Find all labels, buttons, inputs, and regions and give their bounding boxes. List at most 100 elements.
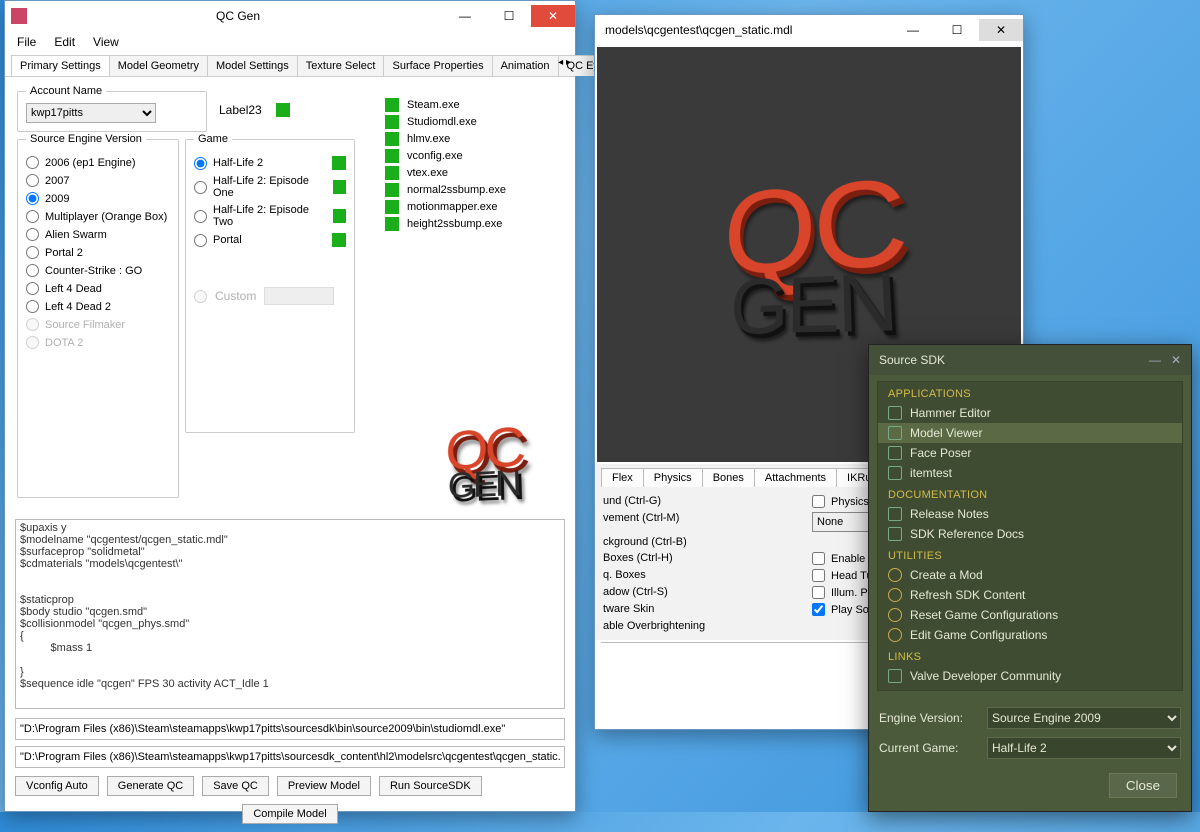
game-radio-1[interactable] xyxy=(194,181,207,194)
account-name-legend: Account Name xyxy=(26,85,106,97)
sdk-item-label: Create a Mod xyxy=(910,568,983,582)
game-radio-0[interactable] xyxy=(194,157,207,170)
engine-radio-6[interactable] xyxy=(26,264,39,277)
sdk-item[interactable]: Face Poser xyxy=(878,443,1182,463)
sdk-item-icon xyxy=(888,527,902,541)
hlmv-title: models\qcgentest\qcgen_static.mdl xyxy=(601,23,891,37)
exe-status-indicator xyxy=(385,132,399,146)
sdk-item-icon xyxy=(888,588,902,602)
game-custom-radio xyxy=(194,290,207,303)
tab-primary-settings[interactable]: Primary Settings xyxy=(11,55,110,76)
label23: Label23 xyxy=(219,103,262,117)
qc-file-path-input[interactable] xyxy=(15,746,565,768)
qcgen-titlebar[interactable]: QC Gen — ☐ ✕ xyxy=(5,1,575,31)
close-button[interactable]: ✕ xyxy=(531,5,575,27)
hlmv-checkbox[interactable] xyxy=(812,569,825,582)
hlmv-tab-attachments[interactable]: Attachments xyxy=(754,468,837,487)
status-indicator xyxy=(276,103,290,117)
tab-model-geometry[interactable]: Model Geometry xyxy=(109,55,208,76)
hlmv-maximize-button[interactable]: ☐ xyxy=(935,19,979,41)
tab-scroll-buttons[interactable]: ◂ ▸ xyxy=(558,57,571,68)
hlmv-tab-physics[interactable]: Physics xyxy=(643,468,703,487)
vconfig-auto-button[interactable]: Vconfig Auto xyxy=(15,776,99,796)
engine-radio-3[interactable] xyxy=(26,210,39,223)
engine-radio-1[interactable] xyxy=(26,174,39,187)
sdk-engine-label: Engine Version: xyxy=(879,711,979,725)
qcgen-window: QC Gen — ☐ ✕ File Edit View Primary Sett… xyxy=(4,0,576,812)
studiomdl-path-input[interactable] xyxy=(15,718,565,740)
hlmv-tab-flex[interactable]: Flex xyxy=(601,468,644,487)
account-name-select[interactable]: kwp17pitts xyxy=(26,103,156,123)
engine-radio-8[interactable] xyxy=(26,300,39,313)
engine-radio-label: 2006 (ep1 Engine) xyxy=(45,157,136,169)
hlmv-minimize-button[interactable]: — xyxy=(891,19,935,41)
hlmv-option-label: vement (Ctrl-M) xyxy=(603,512,806,532)
engine-radio-label: Left 4 Dead xyxy=(45,283,102,295)
sdk-titlebar[interactable]: Source SDK — ✕ xyxy=(869,345,1191,375)
compile-model-button[interactable]: Compile Model xyxy=(242,804,337,824)
exe-status-indicator xyxy=(385,149,399,163)
game-radio-2[interactable] xyxy=(194,210,207,223)
tab-texture-select[interactable]: Texture Select xyxy=(297,55,385,76)
sdk-item[interactable]: Hammer Editor xyxy=(878,403,1182,423)
engine-radio-0[interactable] xyxy=(26,156,39,169)
hlmv-checkbox[interactable] xyxy=(812,586,825,599)
game-radio-label: Portal xyxy=(213,234,242,246)
sdk-item-icon xyxy=(888,628,902,642)
game-radio-3[interactable] xyxy=(194,234,207,247)
menu-file[interactable]: File xyxy=(17,35,36,49)
engine-radio-4[interactable] xyxy=(26,228,39,241)
generate-qc-button[interactable]: Generate QC xyxy=(107,776,194,796)
sdk-item[interactable]: Release Notes xyxy=(878,504,1182,524)
hlmv-option-label: ckground (Ctrl-B) xyxy=(603,536,806,548)
tab-surface-properties[interactable]: Surface Properties xyxy=(383,55,492,76)
exe-status-indicator xyxy=(385,98,399,112)
sdk-item-label: SDK Reference Docs xyxy=(910,527,1024,541)
menu-edit[interactable]: Edit xyxy=(54,35,75,49)
sdk-item[interactable]: Edit Game Configurations xyxy=(878,625,1182,645)
hlmv-option-label: adow (Ctrl-S) xyxy=(603,586,806,599)
engine-radio-5[interactable] xyxy=(26,246,39,259)
sdk-item[interactable]: Create a Mod xyxy=(878,565,1182,585)
hlmv-tab-bones[interactable]: Bones xyxy=(702,468,755,487)
game-custom-input xyxy=(264,287,334,305)
sdk-section-head: APPLICATIONS xyxy=(878,382,1182,403)
sdk-item[interactable]: Model Viewer xyxy=(878,423,1182,443)
account-name-group: Account Name kwp17pitts xyxy=(17,85,207,132)
sdk-item[interactable]: Reset Game Configurations xyxy=(878,605,1182,625)
preview-model-button[interactable]: Preview Model xyxy=(277,776,371,796)
hlmv-titlebar[interactable]: models\qcgentest\qcgen_static.mdl — ☐ ✕ xyxy=(595,15,1023,45)
hlmv-checkbox[interactable] xyxy=(812,495,825,508)
tab-model-settings[interactable]: Model Settings xyxy=(207,55,298,76)
hlmv-checkbox[interactable] xyxy=(812,552,825,565)
sdk-minimize-icon[interactable]: — xyxy=(1149,353,1161,367)
engine-radio-label: DOTA 2 xyxy=(45,337,83,349)
sdk-game-select[interactable]: Half-Life 2 xyxy=(987,737,1181,759)
hlmv-close-button[interactable]: ✕ xyxy=(979,19,1023,41)
exe-label: height2ssbump.exe xyxy=(407,218,502,230)
maximize-button[interactable]: ☐ xyxy=(487,5,531,27)
save-qc-button[interactable]: Save QC xyxy=(202,776,269,796)
engine-radio-2[interactable] xyxy=(26,192,39,205)
run-sourcesdk-button[interactable]: Run SourceSDK xyxy=(379,776,482,796)
sdk-item[interactable]: Refresh SDK Content xyxy=(878,585,1182,605)
sdk-item-icon xyxy=(888,669,902,683)
sdk-engine-select[interactable]: Source Engine 2009 xyxy=(987,707,1181,729)
exe-label: vconfig.exe xyxy=(407,150,463,162)
sdk-item[interactable]: itemtest xyxy=(878,463,1182,483)
qcgen-title: QC Gen xyxy=(33,9,443,23)
minimize-button[interactable]: — xyxy=(443,5,487,27)
engine-radio-7[interactable] xyxy=(26,282,39,295)
qc-output-textarea[interactable]: $upaxis y $modelname "qcgentest/qcgen_st… xyxy=(15,519,565,709)
sdk-close-button[interactable]: Close xyxy=(1109,773,1177,798)
sdk-item[interactable]: SDK Reference Docs xyxy=(878,524,1182,544)
tab-animation[interactable]: Animation xyxy=(492,55,559,76)
sdk-item-icon xyxy=(888,446,902,460)
engine-radio-label: 2009 xyxy=(45,193,69,205)
game-status-indicator xyxy=(333,180,346,194)
sdk-close-icon[interactable]: ✕ xyxy=(1171,353,1181,367)
sdk-item[interactable]: Valve Developer Community xyxy=(878,666,1182,686)
menu-view[interactable]: View xyxy=(93,35,119,49)
hlmv-checkbox[interactable] xyxy=(812,603,825,616)
source-engine-group: Source Engine Version 2006 (ep1 Engine) … xyxy=(17,133,179,498)
